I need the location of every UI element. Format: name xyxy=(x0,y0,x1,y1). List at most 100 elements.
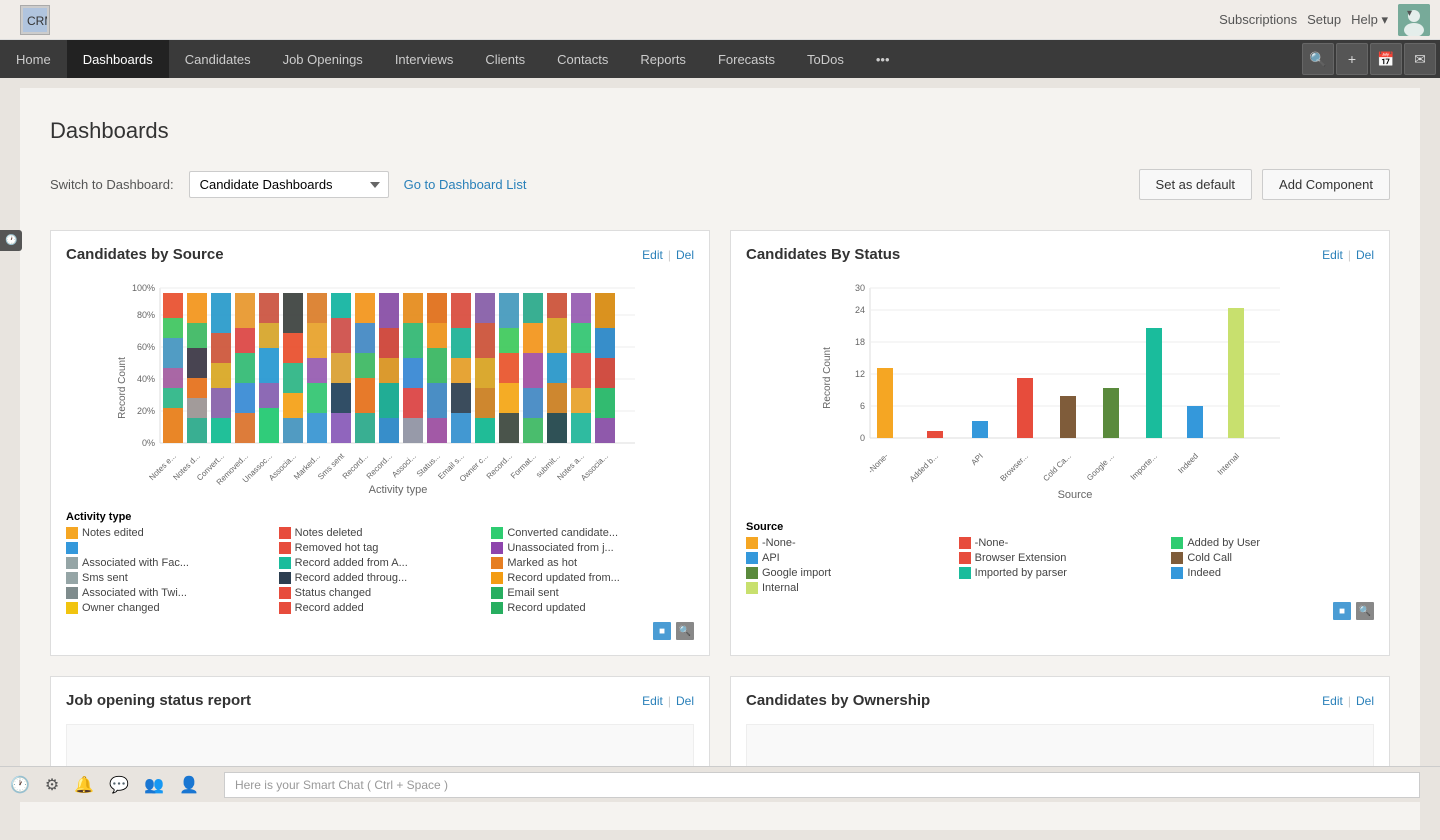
chart2-legend-4: API xyxy=(746,552,949,564)
chart3-edit-link[interactable]: Edit xyxy=(642,694,663,708)
legend-item-13: Associated with Twi... xyxy=(66,587,269,599)
history-icon[interactable]: 🕐 xyxy=(10,775,30,795)
nav-clients[interactable]: Clients xyxy=(469,40,541,78)
notifications-icon[interactable]: 🔔 xyxy=(74,775,94,795)
top-bar: CRM Subscriptions Setup Help ▾ ▾ xyxy=(0,0,1440,40)
legend-item-9: Marked as hot xyxy=(491,557,694,569)
chart2-zoom-icon[interactable]: 🔍 xyxy=(1356,602,1374,620)
chart1-zoom-icon[interactable]: 🔍 xyxy=(676,622,694,640)
svg-text:Record Count: Record Count xyxy=(822,347,833,409)
chart1-edit-link[interactable]: Edit xyxy=(642,248,663,262)
legend-item-11: Record added throug... xyxy=(279,572,482,584)
chart3-header: Job opening status report Edit | Del xyxy=(66,692,694,709)
svg-text:Browser...: Browser... xyxy=(998,452,1030,484)
nav-todos[interactable]: ToDos xyxy=(791,40,860,78)
chart1-color-icon[interactable]: ■ xyxy=(653,622,671,640)
chart1-bottom-icons: ■ 🔍 xyxy=(66,622,694,640)
add-icon-btn[interactable]: + xyxy=(1336,43,1368,75)
side-clock: 🕐 xyxy=(0,230,22,251)
legend-color-17 xyxy=(279,602,291,614)
chart2-edit-link[interactable]: Edit xyxy=(1322,248,1343,262)
legend-item-14: Status changed xyxy=(279,587,482,599)
main-content: Dashboards Switch to Dashboard: Candidat… xyxy=(20,88,1420,830)
chart4-edit-link[interactable]: Edit xyxy=(1322,694,1343,708)
setup-link[interactable]: Setup xyxy=(1307,12,1341,27)
svg-text:Activity type: Activity type xyxy=(369,484,428,496)
smart-chat-input[interactable]: Here is your Smart Chat ( Ctrl + Space ) xyxy=(224,772,1420,798)
nav-dashboards[interactable]: Dashboards xyxy=(67,40,169,78)
avatar[interactable]: ▾ xyxy=(1398,4,1430,36)
chat-icon[interactable]: 💬 xyxy=(109,775,129,795)
legend-item-10: Sms sent xyxy=(66,572,269,584)
legend-item-12: Record updated from... xyxy=(491,572,694,584)
nav-job-openings[interactable]: Job Openings xyxy=(267,40,379,78)
nav-reports[interactable]: Reports xyxy=(624,40,702,78)
dashboard-btn-group: Set as default Add Component xyxy=(1139,169,1390,200)
legend-color-9 xyxy=(491,557,503,569)
nav-candidates[interactable]: Candidates xyxy=(169,40,267,78)
legend-color-18 xyxy=(491,602,503,614)
legend-item-18: Record updated xyxy=(491,602,694,614)
chart3-del-link[interactable]: Del xyxy=(676,694,694,708)
help-link[interactable]: Help ▾ xyxy=(1351,12,1388,28)
legend-item-17: Record added xyxy=(279,602,482,614)
svg-text:30: 30 xyxy=(855,283,865,293)
chart2-legend-3: Added by User xyxy=(1171,537,1374,549)
legend-color-7 xyxy=(66,557,78,569)
legend-color-1 xyxy=(66,527,78,539)
svg-text:100%: 100% xyxy=(132,283,155,293)
legend-color-11 xyxy=(279,572,291,584)
legend-item-5: Removed hot tag xyxy=(279,542,482,554)
chart2-del-link[interactable]: Del xyxy=(1356,248,1374,262)
nav-right-icons: 🔍 + 📅 ✉ xyxy=(1302,40,1440,78)
chart2-legend-5: Browser Extension xyxy=(959,552,1162,564)
app-logo: CRM xyxy=(20,5,50,35)
legend-color-16 xyxy=(66,602,78,614)
chart2-actions: Edit | Del xyxy=(1322,248,1374,262)
nav-contacts[interactable]: Contacts xyxy=(541,40,624,78)
team-icon[interactable]: 👥 xyxy=(144,775,164,795)
chart1-legend-grid: Notes edited Notes deleted Converted can… xyxy=(66,527,694,614)
chart1-del-link[interactable]: Del xyxy=(676,248,694,262)
nav-interviews[interactable]: Interviews xyxy=(379,40,470,78)
legend-color-14 xyxy=(279,587,291,599)
chart3-actions: Edit | Del xyxy=(642,694,694,708)
set-default-button[interactable]: Set as default xyxy=(1139,169,1253,200)
search-icon-btn[interactable]: 🔍 xyxy=(1302,43,1334,75)
chart2-color-icon[interactable]: ■ xyxy=(1333,602,1351,620)
chart2-legend-7: Google import xyxy=(746,567,949,579)
chart1-header: Candidates by Source Edit | Del xyxy=(66,246,694,263)
top-bar-left: CRM xyxy=(10,5,50,35)
chart4-del-link[interactable]: Del xyxy=(1356,694,1374,708)
chart4-title: Candidates by Ownership xyxy=(746,692,1322,709)
email-icon-btn[interactable]: ✉ xyxy=(1404,43,1436,75)
nav-forecasts[interactable]: Forecasts xyxy=(702,40,791,78)
nav-home[interactable]: Home xyxy=(0,40,67,78)
go-to-list-link[interactable]: Go to Dashboard List xyxy=(404,177,527,192)
chart2-legend-title: Source xyxy=(746,521,1374,533)
chart2-legend-9: Indeed xyxy=(1171,567,1374,579)
subscriptions-link[interactable]: Subscriptions xyxy=(1219,12,1297,27)
nav-more[interactable]: ••• xyxy=(860,40,906,78)
page-title: Dashboards xyxy=(50,118,1390,144)
svg-text:40%: 40% xyxy=(137,374,155,384)
chart2-header: Candidates By Status Edit | Del xyxy=(746,246,1374,263)
svg-text:24: 24 xyxy=(855,305,865,315)
chart2-legend-6: Cold Call xyxy=(1171,552,1374,564)
candidates-by-status-panel: Candidates By Status Edit | Del Record C… xyxy=(730,230,1390,656)
calendar-icon-btn[interactable]: 📅 xyxy=(1370,43,1402,75)
chart2-legend-2: -None- xyxy=(959,537,1162,549)
settings-icon[interactable]: ⚙ xyxy=(45,775,59,795)
chart1-legend: Activity type Notes edited Notes deleted… xyxy=(66,511,694,640)
svg-text:60%: 60% xyxy=(137,342,155,352)
svg-text:80%: 80% xyxy=(137,310,155,320)
dashboard-grid: Candidates by Source Edit | Del Record C… xyxy=(50,230,1390,800)
svg-text:Added b...: Added b... xyxy=(908,452,940,484)
legend-item-6: Unassociated from j... xyxy=(491,542,694,554)
dashboard-select[interactable]: Candidate Dashboards xyxy=(189,171,389,198)
svg-text:Associ...: Associ... xyxy=(390,452,418,480)
add-component-button[interactable]: Add Component xyxy=(1262,169,1390,200)
legend-color-3 xyxy=(491,527,503,539)
legend-item-1: Notes edited xyxy=(66,527,269,539)
user-icon[interactable]: 👤 xyxy=(179,775,199,795)
